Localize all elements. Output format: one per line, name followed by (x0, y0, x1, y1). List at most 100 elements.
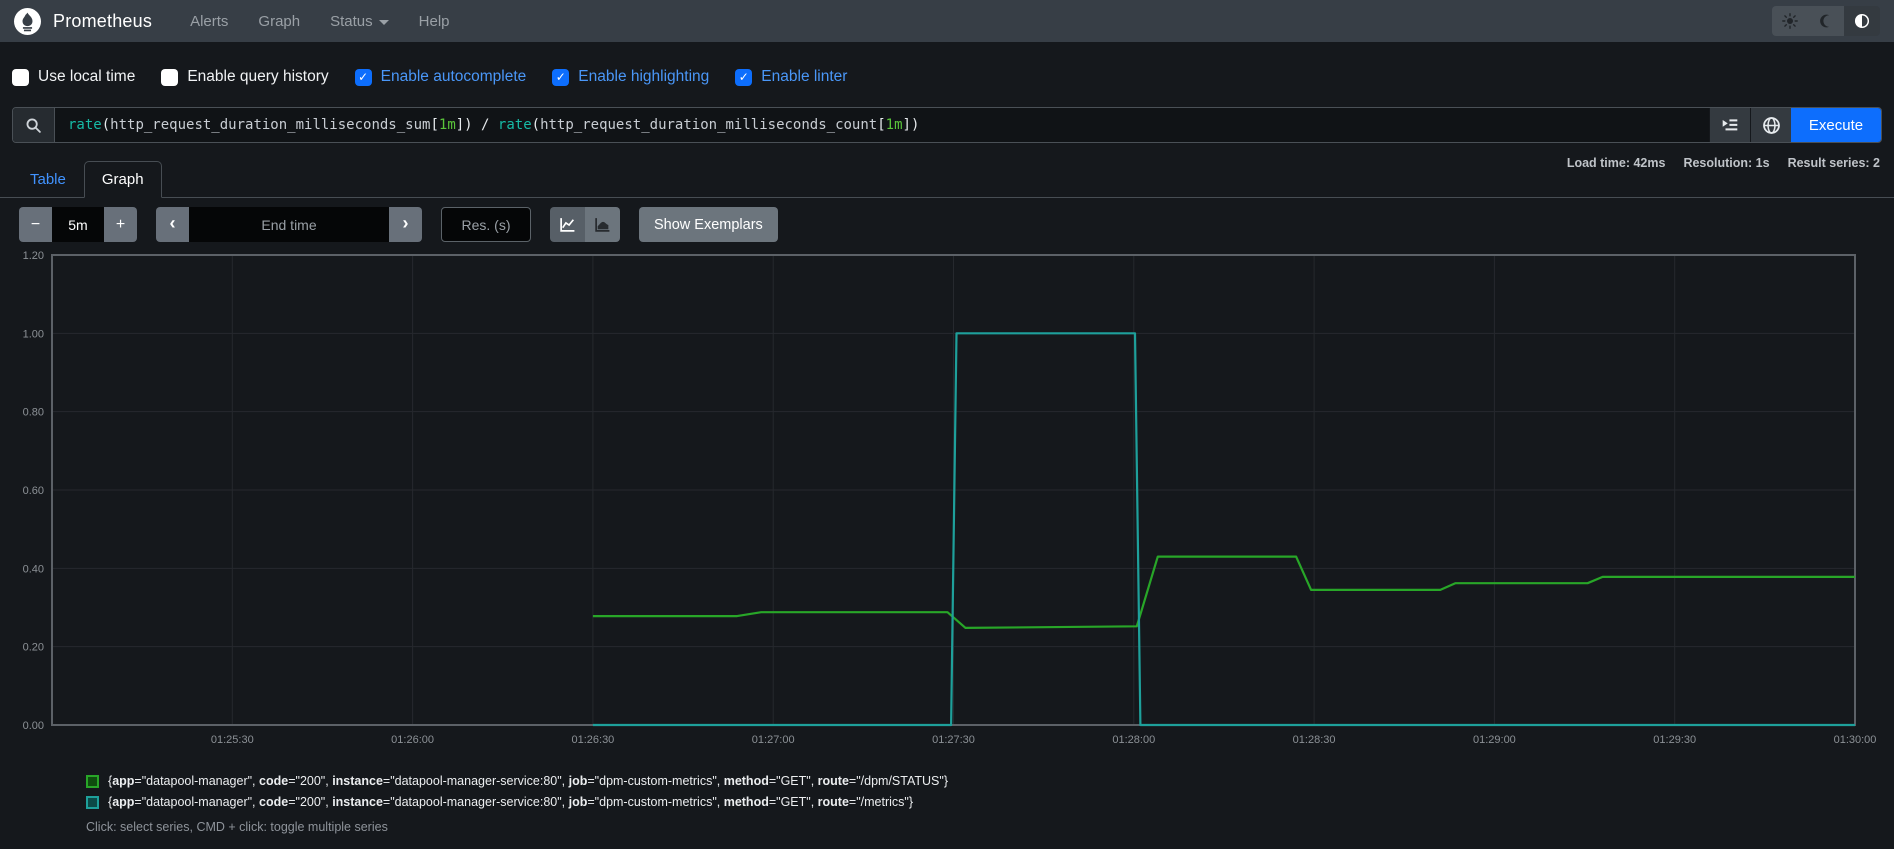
chart-type-toggle (550, 207, 620, 242)
option-label: Use local time (38, 68, 136, 85)
series-line-0[interactable] (592, 555, 1855, 629)
half-circle-icon (1854, 13, 1870, 29)
query-token: ( (101, 117, 111, 133)
query-tree-view-button[interactable] (1709, 108, 1750, 142)
option-enable-highlighting[interactable]: ✓ Enable highlighting (552, 68, 709, 86)
checkbox-checked-icon[interactable]: ✓ (735, 68, 753, 86)
chart-canvas[interactable]: 0.00 0.20 0.40 0.60 0.80 1.00 1.20 01:25:30 01:2… (0, 248, 1894, 748)
legend-series-label: {app="datapool-manager", code="200", ins… (108, 774, 948, 788)
x-tick-label: 01:25:30 (211, 734, 254, 746)
x-tick-label: 01:29:00 (1473, 734, 1516, 746)
nav-link-graph[interactable]: Graph (258, 13, 300, 30)
x-tick-label: 01:29:30 (1653, 734, 1696, 746)
stacked-chart-button[interactable] (585, 207, 620, 242)
series-line-1[interactable] (592, 332, 1855, 727)
query-token: rate (497, 117, 532, 133)
option-enable-linter[interactable]: ✓ Enable linter (735, 68, 847, 86)
legend-swatch-icon (86, 795, 99, 809)
resolution-input[interactable] (441, 207, 531, 242)
app-title: Prometheus (53, 10, 153, 31)
query-token: [ (877, 117, 886, 133)
time-back-button[interactable]: ‹ (156, 207, 189, 242)
option-enable-query-history[interactable]: Enable query history (161, 68, 329, 86)
show-exemplars-button[interactable]: Show Exemplars (639, 207, 778, 242)
query-token: / (472, 117, 498, 133)
theme-light-button[interactable] (1772, 6, 1808, 36)
option-label: Enable query history (187, 68, 329, 85)
legend-item-1[interactable]: {app="datapool-manager", code="200", ins… (86, 795, 948, 809)
tab-table[interactable]: Table (12, 161, 84, 198)
query-token: 1m (438, 117, 456, 133)
nav-links: Alerts Graph Status Help (190, 13, 449, 30)
x-tick-label: 01:30:00 (1834, 734, 1877, 746)
option-label: Enable linter (761, 68, 848, 85)
globe-icon (1762, 116, 1780, 134)
tab-graph[interactable]: Graph (83, 161, 162, 198)
legend-item-0[interactable]: {app="datapool-manager", code="200", ins… (86, 774, 948, 788)
checkbox-checked-icon[interactable]: ✓ (552, 68, 570, 86)
checkbox-unchecked-icon[interactable] (12, 68, 29, 86)
checkbox-unchecked-icon[interactable] (161, 68, 179, 86)
stacked-chart-icon (595, 218, 610, 232)
prometheus-brand[interactable]: Prometheus (14, 7, 153, 35)
option-label: Enable highlighting (578, 68, 710, 85)
nav-link-help[interactable]: Help (419, 13, 450, 30)
x-tick-label: 01:27:30 (932, 734, 975, 746)
query-bar: rate(http_request_duration_milliseconds_… (12, 107, 1882, 143)
theme-auto-button[interactable] (1844, 6, 1880, 36)
chart-legend: {app="datapool-manager", code="200", ins… (86, 774, 948, 809)
y-tick-label: 1.00 (23, 328, 44, 340)
options-row: Use local time Enable query history ✓ Enabl… (12, 64, 847, 90)
line-chart-button[interactable] (550, 207, 585, 242)
y-tick-label: 1.20 (23, 250, 44, 262)
legend-swatch-icon (86, 774, 99, 788)
y-tick-label: 0.20 (23, 642, 44, 654)
query-expression-input[interactable]: rate(http_request_duration_milliseconds_… (55, 108, 1709, 142)
sun-icon (1782, 13, 1798, 29)
theme-dark-button[interactable] (1808, 6, 1844, 36)
query-token: http_request_duration_milliseconds_sum (110, 117, 431, 133)
query-token: ( (531, 117, 541, 133)
option-use-local-time[interactable]: Use local time (12, 68, 135, 86)
option-enable-autocomplete[interactable]: ✓ Enable autocomplete (354, 68, 527, 86)
x-tick-label: 01:26:30 (571, 734, 614, 746)
metrics-explorer-button[interactable] (1750, 108, 1791, 142)
x-tick-label: 01:28:30 (1293, 734, 1336, 746)
query-token: [ (430, 117, 439, 133)
x-tick-label: 01:28:00 (1112, 734, 1155, 746)
end-time-control: ‹ › (156, 207, 422, 242)
x-tick-label: 01:27:00 (752, 734, 795, 746)
navbar: Prometheus Alerts Graph Status Help (0, 0, 1894, 42)
range-input[interactable] (52, 207, 104, 242)
query-token: rate (68, 117, 102, 133)
panel-tabs: Table Graph (0, 160, 1894, 198)
search-icon[interactable] (13, 108, 55, 142)
line-chart-icon (560, 218, 575, 232)
graph-controls: − + ‹ › Show Exemplars (19, 207, 778, 242)
option-label: Enable autocomplete (380, 68, 527, 85)
theme-toggle-group (1772, 6, 1880, 36)
legend-help-note: Click: select series, CMD + click: toggl… (86, 820, 388, 834)
y-tick-label: 0.40 (23, 563, 44, 575)
query-token: ]) (455, 117, 473, 133)
range-control: − + (19, 207, 137, 242)
tree-view-icon (1722, 119, 1738, 131)
checkbox-checked-icon[interactable]: ✓ (354, 68, 372, 86)
range-decrease-button[interactable]: − (19, 207, 52, 242)
chevron-down-icon (378, 19, 389, 25)
end-time-input[interactable] (189, 207, 389, 242)
query-token: 1m (885, 117, 903, 133)
time-forward-button[interactable]: › (389, 207, 422, 242)
nav-link-status[interactable]: Status (330, 13, 389, 30)
y-tick-label: 0.60 (23, 485, 44, 497)
y-tick-label: 0.00 (23, 720, 44, 732)
nav-link-alerts[interactable]: Alerts (190, 13, 228, 30)
prometheus-logo-icon (14, 7, 41, 35)
execute-button[interactable]: Execute (1791, 108, 1881, 142)
time-series-chart[interactable]: 0.00 0.20 0.40 0.60 0.80 1.00 1.20 01:25:30 01:2… (0, 248, 1894, 748)
range-increase-button[interactable]: + (104, 207, 137, 242)
query-token: ]) (902, 117, 920, 133)
x-tick-label: 01:26:00 (391, 734, 434, 746)
legend-series-label: {app="datapool-manager", code="200", ins… (108, 795, 914, 809)
moon-icon (1818, 13, 1834, 29)
